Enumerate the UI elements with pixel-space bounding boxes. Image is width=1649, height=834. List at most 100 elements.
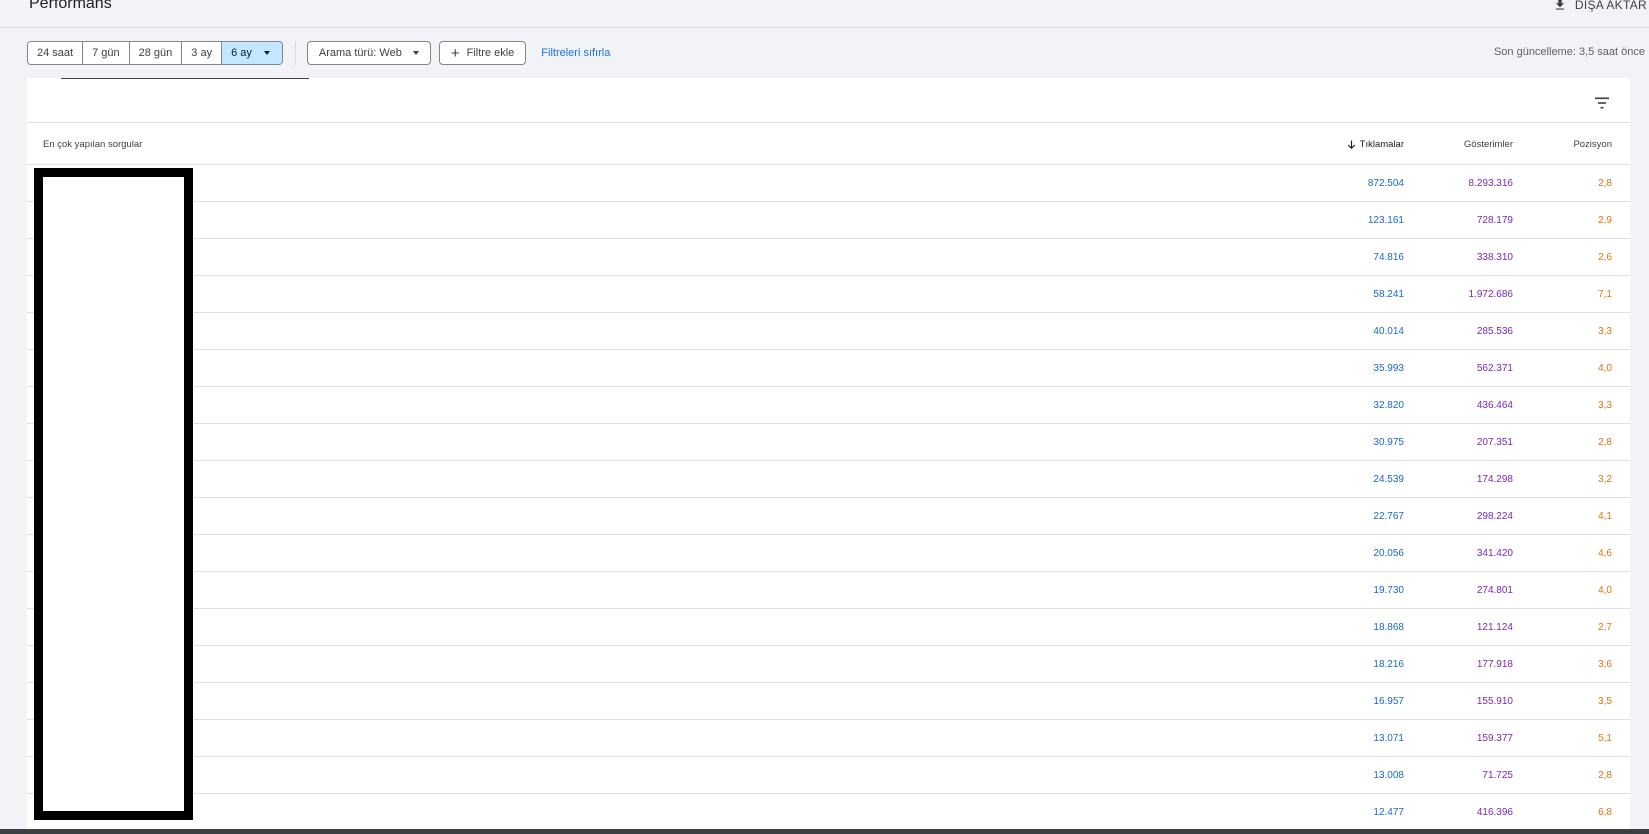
table-toolbar — [27, 81, 1630, 123]
impressions-cell: 1.972.686 — [1468, 289, 1514, 300]
column-header-position[interactable]: Pozisyon — [1573, 139, 1612, 150]
column-header-queries[interactable]: En çok yapılan sorgular — [43, 139, 142, 150]
clicks-cell: 13.071 — [1373, 733, 1404, 744]
table-row[interactable]: 32.820 436.464 3,3 — [27, 387, 1630, 424]
date-range-24h[interactable]: 24 saat — [28, 42, 84, 64]
table-row[interactable]: 872.504 8.293.316 2,8 — [27, 165, 1630, 202]
date-range-7d[interactable]: 7 gün — [83, 42, 130, 64]
position-cell: 2,8 — [1598, 178, 1612, 189]
page-header: Performans DIŞA AKTAR — [0, 0, 1649, 28]
date-range-label: 28 gün — [138, 47, 173, 59]
impressions-cell: 728.179 — [1476, 215, 1513, 226]
column-header-clicks[interactable]: Tıklamalar — [1347, 139, 1404, 150]
clicks-cell: 18.216 — [1373, 659, 1404, 670]
export-button[interactable]: DIŞA AKTAR — [1553, 0, 1649, 15]
table-row[interactable]: 30.975 207.351 2,8 — [27, 424, 1630, 461]
position-cell: 2,6 — [1598, 252, 1612, 263]
table-row[interactable]: 18.216 177.918 3,6 — [27, 646, 1630, 683]
date-range-selector: 24 saat 7 gün 28 gün 3 ay 6 ay — [27, 41, 283, 65]
clicks-cell: 872.504 — [1367, 178, 1404, 189]
impressions-cell: 155.910 — [1476, 696, 1513, 707]
date-range-3m[interactable]: 3 ay — [182, 42, 223, 64]
impressions-cell: 121.124 — [1476, 622, 1513, 633]
position-cell: 4,1 — [1598, 511, 1612, 522]
impressions-cell: 274.801 — [1476, 585, 1513, 596]
table-row[interactable]: 20.056 341.420 4,6 — [27, 535, 1630, 572]
add-filter-button[interactable]: + Filtre ekle — [438, 41, 527, 65]
column-header-clicks-label: Tıklamalar — [1359, 139, 1404, 150]
page-title: Performans — [29, 0, 112, 12]
position-cell: 4,0 — [1598, 585, 1612, 596]
impressions-cell: 71.725 — [1482, 770, 1513, 781]
search-type-dropdown[interactable]: Arama türü: Web — [306, 41, 431, 65]
position-cell: 2,9 — [1598, 215, 1612, 226]
table-row[interactable]: 123.161 728.179 2,9 — [27, 202, 1630, 239]
clicks-cell: 18.868 — [1373, 622, 1404, 633]
table-row[interactable]: 19.730 274.801 4,0 — [27, 572, 1630, 609]
impressions-cell: 436.464 — [1476, 400, 1513, 411]
table-row[interactable]: 35.993 562.371 4,0 — [27, 350, 1630, 387]
impressions-cell: 285.536 — [1476, 326, 1513, 337]
clicks-cell: 20.056 — [1373, 548, 1404, 559]
position-cell: 4,6 — [1598, 548, 1612, 559]
dropdown-caret-icon — [263, 51, 270, 55]
column-header-impressions[interactable]: Gösterimler — [1464, 139, 1513, 150]
date-range-label: 7 gün — [92, 47, 120, 59]
filter-list-icon[interactable] — [1594, 96, 1610, 110]
position-cell: 3,3 — [1598, 400, 1612, 411]
date-range-28d[interactable]: 28 gün — [129, 42, 183, 64]
position-cell: 3,5 — [1598, 696, 1612, 707]
table-row[interactable]: 12.477 416.396 6,8 — [27, 794, 1630, 831]
redacted-queries-box — [34, 168, 193, 820]
table-body: 872.504 8.293.316 2,8 123.161 728.179 2,9 74… — [27, 165, 1630, 831]
position-cell: 2,8 — [1598, 770, 1612, 781]
clicks-cell: 16.957 — [1373, 696, 1404, 707]
impressions-cell: 8.293.316 — [1468, 178, 1514, 189]
position-cell: 5,1 — [1598, 733, 1612, 744]
clicks-cell: 35.993 — [1373, 363, 1404, 374]
impressions-cell: 341.420 — [1476, 548, 1513, 559]
table-row[interactable]: 22.767 298.224 4,1 — [27, 498, 1630, 535]
position-cell: 6,8 — [1598, 807, 1612, 818]
table-row[interactable]: 16.957 155.910 3,5 — [27, 683, 1630, 720]
clicks-cell: 58.241 — [1373, 289, 1404, 300]
clicks-cell: 40.014 — [1373, 326, 1404, 337]
clicks-cell: 22.767 — [1373, 511, 1404, 522]
date-range-label: 24 saat — [37, 47, 74, 59]
table-row[interactable]: 18.868 121.124 2,7 — [27, 609, 1630, 646]
impressions-cell: 177.918 — [1476, 659, 1513, 670]
position-cell: 3,6 — [1598, 659, 1612, 670]
taskbar-edge — [0, 829, 1649, 834]
impressions-cell: 174.298 — [1476, 474, 1513, 485]
active-tab-indicator — [61, 78, 309, 79]
clicks-cell: 13.008 — [1373, 770, 1404, 781]
date-range-label: 6 ay — [231, 47, 252, 59]
clicks-cell: 19.730 — [1373, 585, 1404, 596]
clicks-cell: 74.816 — [1373, 252, 1404, 263]
table-row[interactable]: 58.241 1.972.686 7,1 — [27, 276, 1630, 313]
download-icon — [1555, 0, 1564, 10]
table-row[interactable]: 24.539 174.298 3,2 — [27, 461, 1630, 498]
date-range-6m[interactable]: 6 ay — [222, 42, 282, 64]
table-row[interactable]: 13.071 159.377 5,1 — [27, 720, 1630, 757]
clicks-cell: 12.477 — [1373, 807, 1404, 818]
export-label: DIŞA AKTAR — [1574, 0, 1647, 12]
reset-filters-link[interactable]: Filtreleri sıfırla — [541, 47, 610, 59]
table-row[interactable]: 40.014 285.536 3,3 — [27, 313, 1630, 350]
table-row[interactable]: 74.816 338.310 2,6 — [27, 239, 1630, 276]
position-cell: 2,7 — [1598, 622, 1612, 633]
impressions-cell: 416.396 — [1476, 807, 1513, 818]
toolbar-divider — [294, 41, 296, 65]
last-updated-text: Son güncelleme: 3,5 saat önce — [1493, 46, 1645, 58]
impressions-cell: 207.351 — [1476, 437, 1513, 448]
clicks-cell: 30.975 — [1373, 437, 1404, 448]
arrow-down-icon — [1347, 140, 1355, 149]
table-row[interactable]: 13.008 71.725 2,8 — [27, 757, 1630, 794]
clicks-cell: 123.161 — [1367, 215, 1404, 226]
clicks-cell: 24.539 — [1373, 474, 1404, 485]
position-cell: 4,0 — [1598, 363, 1612, 374]
position-cell: 2,8 — [1598, 437, 1612, 448]
position-cell: 3,2 — [1598, 474, 1612, 485]
position-cell: 7,1 — [1598, 289, 1612, 300]
add-filter-label: Filtre ekle — [466, 47, 515, 59]
